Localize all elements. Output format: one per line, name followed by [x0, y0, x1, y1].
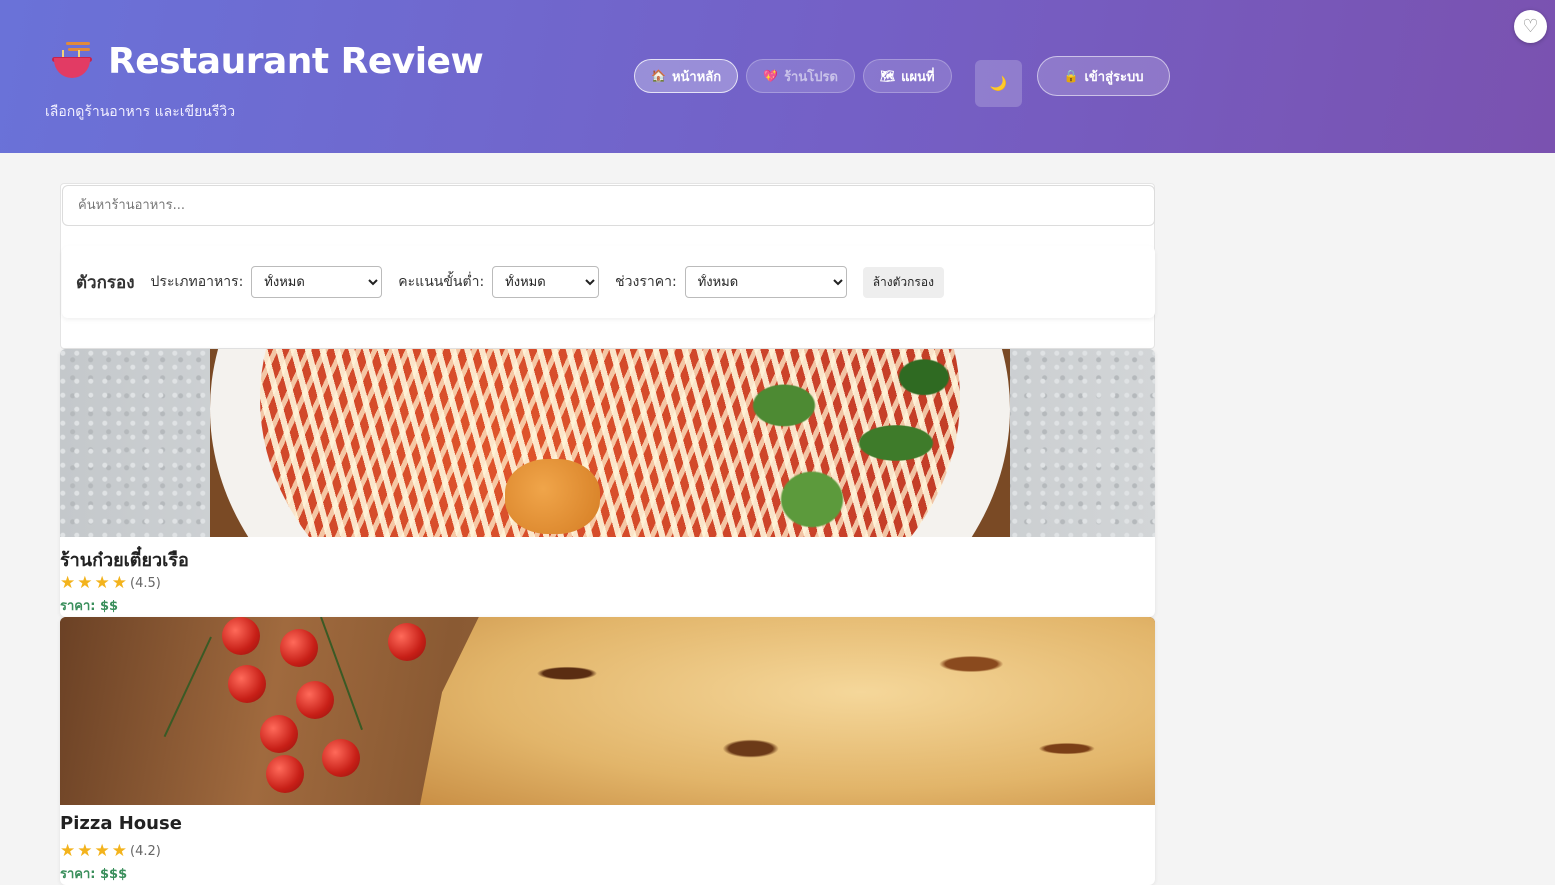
rating-row: ★ ★ ★ ★ (4.2) — [60, 841, 1155, 861]
price-text: ราคา: $$ — [60, 599, 119, 614]
rating-row: ★ ★ ★ ★ (4.5) — [60, 573, 1155, 593]
food-type-select[interactable]: ทั้งหมด — [251, 266, 383, 298]
star-icon: ★ — [60, 840, 76, 861]
house-icon: 🏠 — [651, 69, 666, 83]
noodle-bowl-icon — [52, 40, 94, 82]
app-title: Restaurant Review — [108, 40, 484, 82]
filter-title: ตัวกรอง — [76, 272, 135, 293]
star-icon: ★ — [60, 572, 76, 593]
price-text: ราคา: $$$ — [60, 867, 128, 882]
app-header: Restaurant Review เลือกดูร้านอาหาร และเข… — [0, 0, 1555, 153]
filter-bar: ตัวกรอง ประเภทอาหาร: ทั้งหมด คะแนนขั้นต่… — [62, 246, 1155, 318]
logo-row: Restaurant Review — [52, 40, 484, 82]
search-input[interactable] — [62, 185, 1155, 226]
nav-home-label: หน้าหลัก — [671, 69, 722, 85]
noodle-soup-photo — [60, 349, 1155, 537]
app-subtitle: เลือกดูร้านอาหาร และเขียนรีวิว — [45, 104, 236, 120]
price-range-select[interactable]: ทั้งหมด — [684, 266, 847, 298]
star-icon: ★ — [94, 572, 110, 593]
min-rating-select[interactable]: ทั้งหมด — [492, 266, 600, 298]
restaurant-card[interactable]: Pizza House ★ ★ ★ ★ (4.2) ราคา: $$$ — [60, 617, 1155, 885]
heart-icon: 💖 — [763, 69, 779, 83]
nav-favorites-label: ร้านโปรด — [784, 69, 838, 85]
star-icon: ★ — [77, 840, 93, 861]
rating-value: (4.5) — [130, 575, 161, 591]
restaurant-name: Pizza House — [60, 813, 182, 834]
star-icon: ★ — [94, 840, 110, 861]
restaurant-name: ร้านก๋วยเตี๋ยวเรือ — [60, 550, 189, 571]
rating-value: (4.2) — [130, 843, 161, 859]
moon-icon: 🌙 — [989, 75, 1008, 92]
map-icon: 🗺 — [879, 69, 896, 83]
pizza-photo — [60, 617, 1155, 805]
main-nav: 🏠 หน้าหลัก 💖 ร้านโปรด 🗺 แผนที่ — [634, 59, 952, 93]
nav-favorites-button[interactable]: 💖 ร้านโปรด — [746, 59, 855, 93]
login-label: เข้าสู่ระบบ — [1084, 69, 1144, 85]
login-button[interactable]: 🔒 เข้าสู่ระบบ — [1037, 56, 1170, 96]
min-rating-label: คะแนนขั้นต่ำ: — [398, 274, 485, 290]
heart-outline-icon: ♡ — [1522, 16, 1539, 37]
star-icon: ★ — [77, 572, 93, 593]
clear-filters-button[interactable]: ล้างตัวกรอง — [862, 266, 944, 298]
theme-toggle-button[interactable]: 🌙 — [975, 60, 1022, 107]
lock-icon: 🔒 — [1063, 69, 1079, 83]
restaurant-card[interactable]: ร้านก๋วยเตี๋ยวเรือ ★ ★ ★ ★ (4.5) ราคา: $… — [60, 349, 1155, 617]
nav-home-button[interactable]: 🏠 หน้าหลัก — [634, 59, 739, 93]
nav-map-label: แผนที่ — [901, 69, 935, 85]
search-filter-panel: ตัวกรอง ประเภทอาหาร: ทั้งหมด คะแนนขั้นต่… — [60, 183, 1155, 349]
nav-map-button[interactable]: 🗺 แผนที่ — [862, 59, 952, 93]
favorite-floating-button[interactable]: ♡ — [1514, 10, 1547, 43]
star-icon: ★ — [111, 572, 127, 593]
food-type-label: ประเภทอาหาร: — [150, 274, 244, 290]
star-icon: ★ — [111, 840, 127, 861]
price-range-label: ช่วงราคา: — [615, 274, 677, 290]
